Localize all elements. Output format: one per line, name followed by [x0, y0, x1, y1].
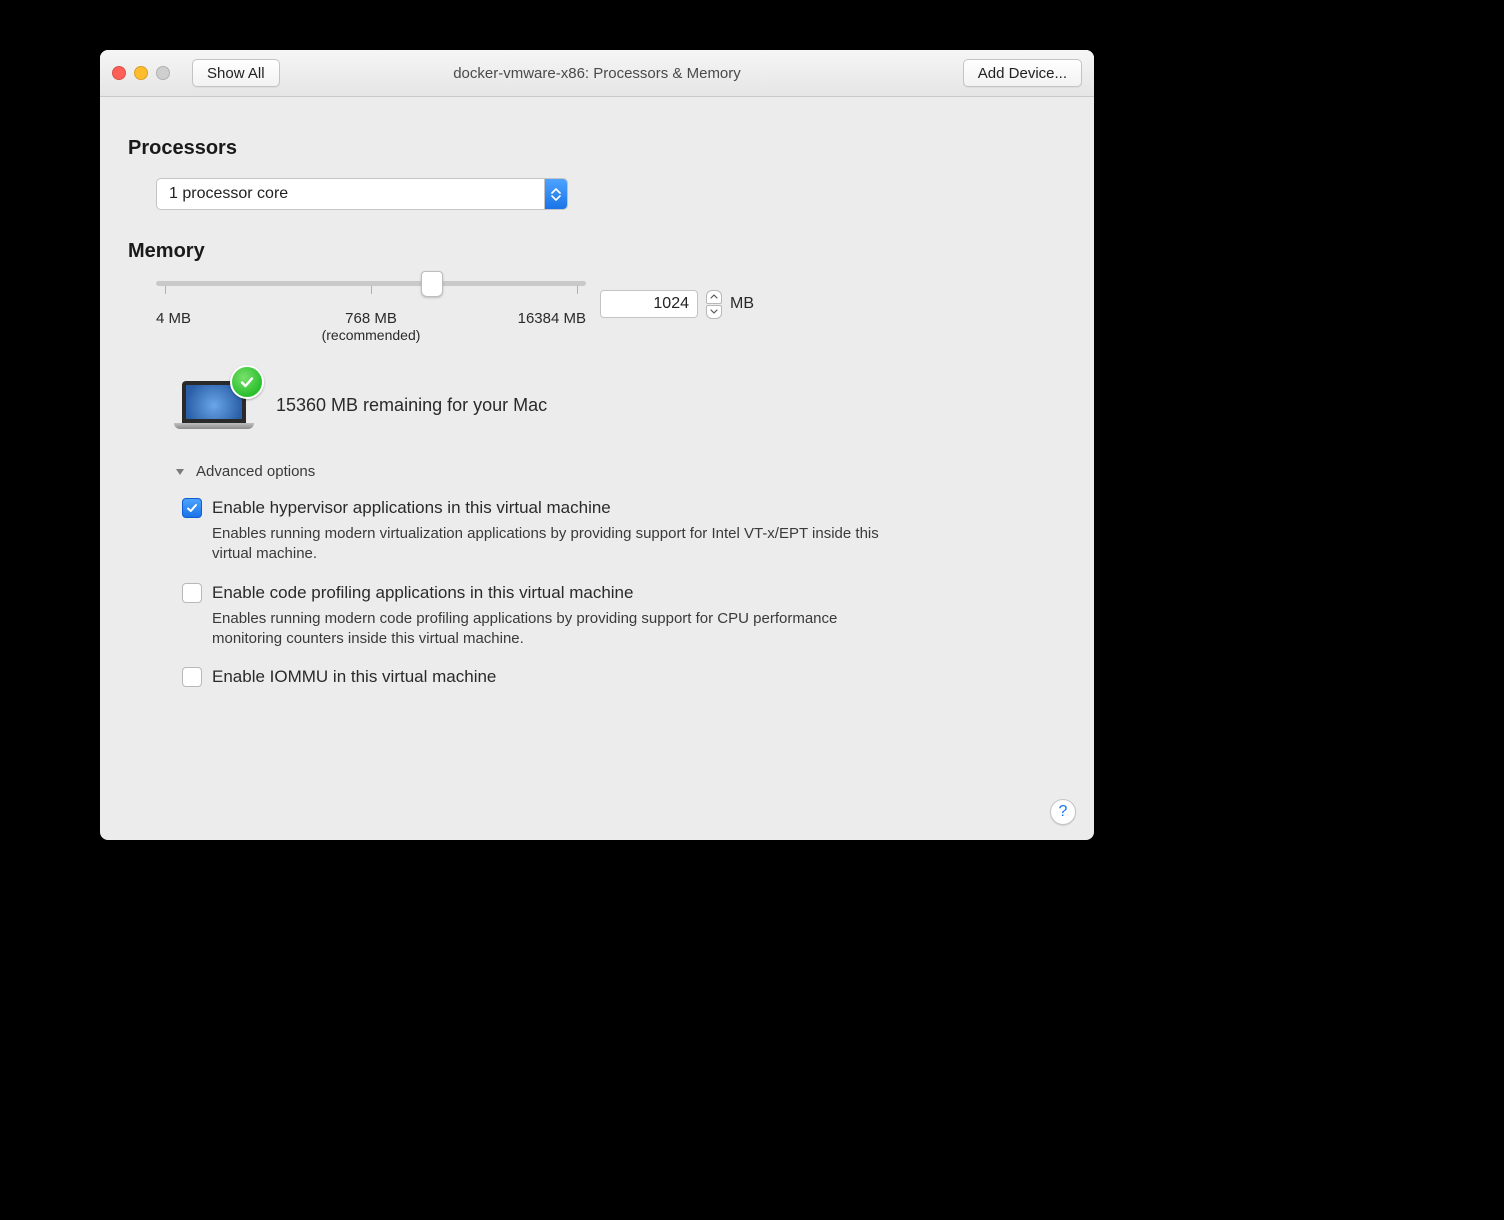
- hypervisor-checkbox[interactable]: [182, 498, 202, 518]
- advanced-options-label: Advanced options: [196, 463, 315, 480]
- code-profiling-description: Enables running modern code profiling ap…: [212, 609, 902, 650]
- code-profiling-label: Enable code profiling applications in th…: [212, 583, 633, 603]
- memory-remaining-row: 15360 MB remaining for your Mac: [174, 377, 1066, 433]
- memory-remaining-label: 15360 MB remaining for your Mac: [276, 395, 547, 416]
- memory-input[interactable]: [600, 290, 698, 318]
- advanced-options-disclosure[interactable]: Advanced options: [174, 463, 1066, 480]
- option-iommu: Enable IOMMU in this virtual machine: [182, 667, 1026, 687]
- hypervisor-description: Enables running modern virtualization ap…: [212, 524, 902, 565]
- option-code-profiling: Enable code profiling applications in th…: [182, 583, 1026, 650]
- zoom-window-button: [156, 66, 170, 80]
- slider-max-label: 16384 MB: [518, 310, 586, 327]
- memory-stepper[interactable]: [706, 290, 722, 319]
- titlebar: Show All docker-vmware-x86: Processors &…: [100, 50, 1094, 97]
- close-window-button[interactable]: [112, 66, 126, 80]
- processors-heading: Processors: [128, 137, 1066, 160]
- hypervisor-label: Enable hypervisor applications in this v…: [212, 498, 611, 518]
- slider-labels: 4 MB 768 MB (recommended) 16384 MB: [156, 310, 586, 327]
- disclosure-triangle-icon: [174, 466, 186, 478]
- window-controls: [112, 66, 170, 80]
- checkmark-badge-icon: [230, 365, 264, 399]
- content-area: Processors 1 processor core Memory 4 MB: [100, 97, 1094, 840]
- memory-heading: Memory: [128, 240, 1066, 263]
- slider-thumb[interactable]: [421, 271, 443, 297]
- iommu-label: Enable IOMMU in this virtual machine: [212, 667, 496, 687]
- settings-window: Show All docker-vmware-x86: Processors &…: [100, 50, 1094, 840]
- show-all-button[interactable]: Show All: [192, 59, 280, 87]
- option-hypervisor: Enable hypervisor applications in this v…: [182, 498, 1026, 565]
- processor-cores-select[interactable]: 1 processor core: [156, 178, 568, 210]
- memory-unit-label: MB: [730, 295, 754, 313]
- help-button[interactable]: ?: [1050, 799, 1076, 825]
- memory-input-group: MB: [600, 290, 754, 319]
- processor-cores-value: 1 processor core: [157, 179, 544, 209]
- slider-min-label: 4 MB: [156, 310, 191, 327]
- memory-row: 4 MB 768 MB (recommended) 16384 MB: [156, 281, 1066, 327]
- stepper-down-button[interactable]: [706, 305, 722, 319]
- slider-track: [156, 281, 586, 286]
- code-profiling-checkbox[interactable]: [182, 583, 202, 603]
- minimize-window-button[interactable]: [134, 66, 148, 80]
- macbook-icon: [174, 377, 254, 433]
- add-device-button[interactable]: Add Device...: [963, 59, 1082, 87]
- iommu-checkbox[interactable]: [182, 667, 202, 687]
- stepper-up-button[interactable]: [706, 290, 722, 304]
- chevron-up-down-icon: [544, 179, 567, 209]
- memory-slider[interactable]: 4 MB 768 MB (recommended) 16384 MB: [156, 281, 586, 327]
- slider-recommended-label: 768 MB (recommended): [322, 310, 421, 343]
